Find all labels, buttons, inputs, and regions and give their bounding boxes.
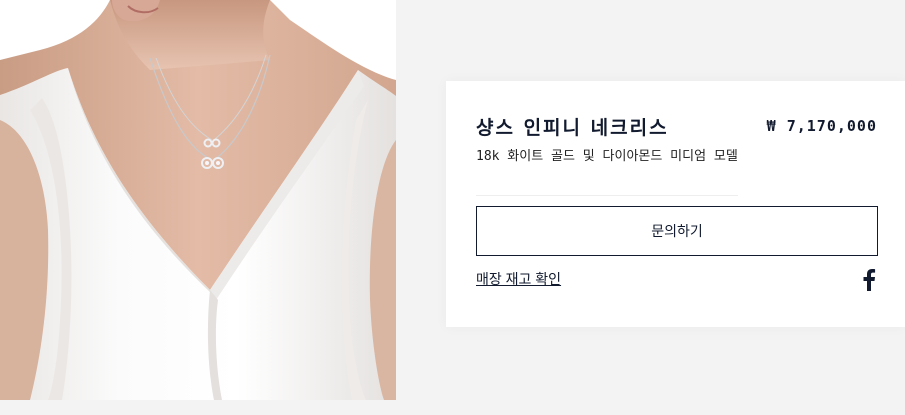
product-info-card: 샹스 인피니 네크리스 ₩ 7,170,000 18k 화이트 골드 및 다이아… <box>446 81 905 327</box>
inquire-button[interactable]: 문의하기 <box>476 206 878 256</box>
model-necklace-image <box>0 0 396 400</box>
product-photo <box>0 0 396 400</box>
divider <box>476 195 738 196</box>
facebook-icon[interactable] <box>862 269 876 291</box>
product-price: ₩ 7,170,000 <box>766 117 877 135</box>
product-subtitle: 18k 화이트 골드 및 다이아몬드 미디엄 모델 <box>476 149 738 164</box>
check-store-stock-link[interactable]: 매장 재고 확인 <box>476 269 561 289</box>
product-title: 샹스 인피니 네크리스 <box>476 117 669 139</box>
